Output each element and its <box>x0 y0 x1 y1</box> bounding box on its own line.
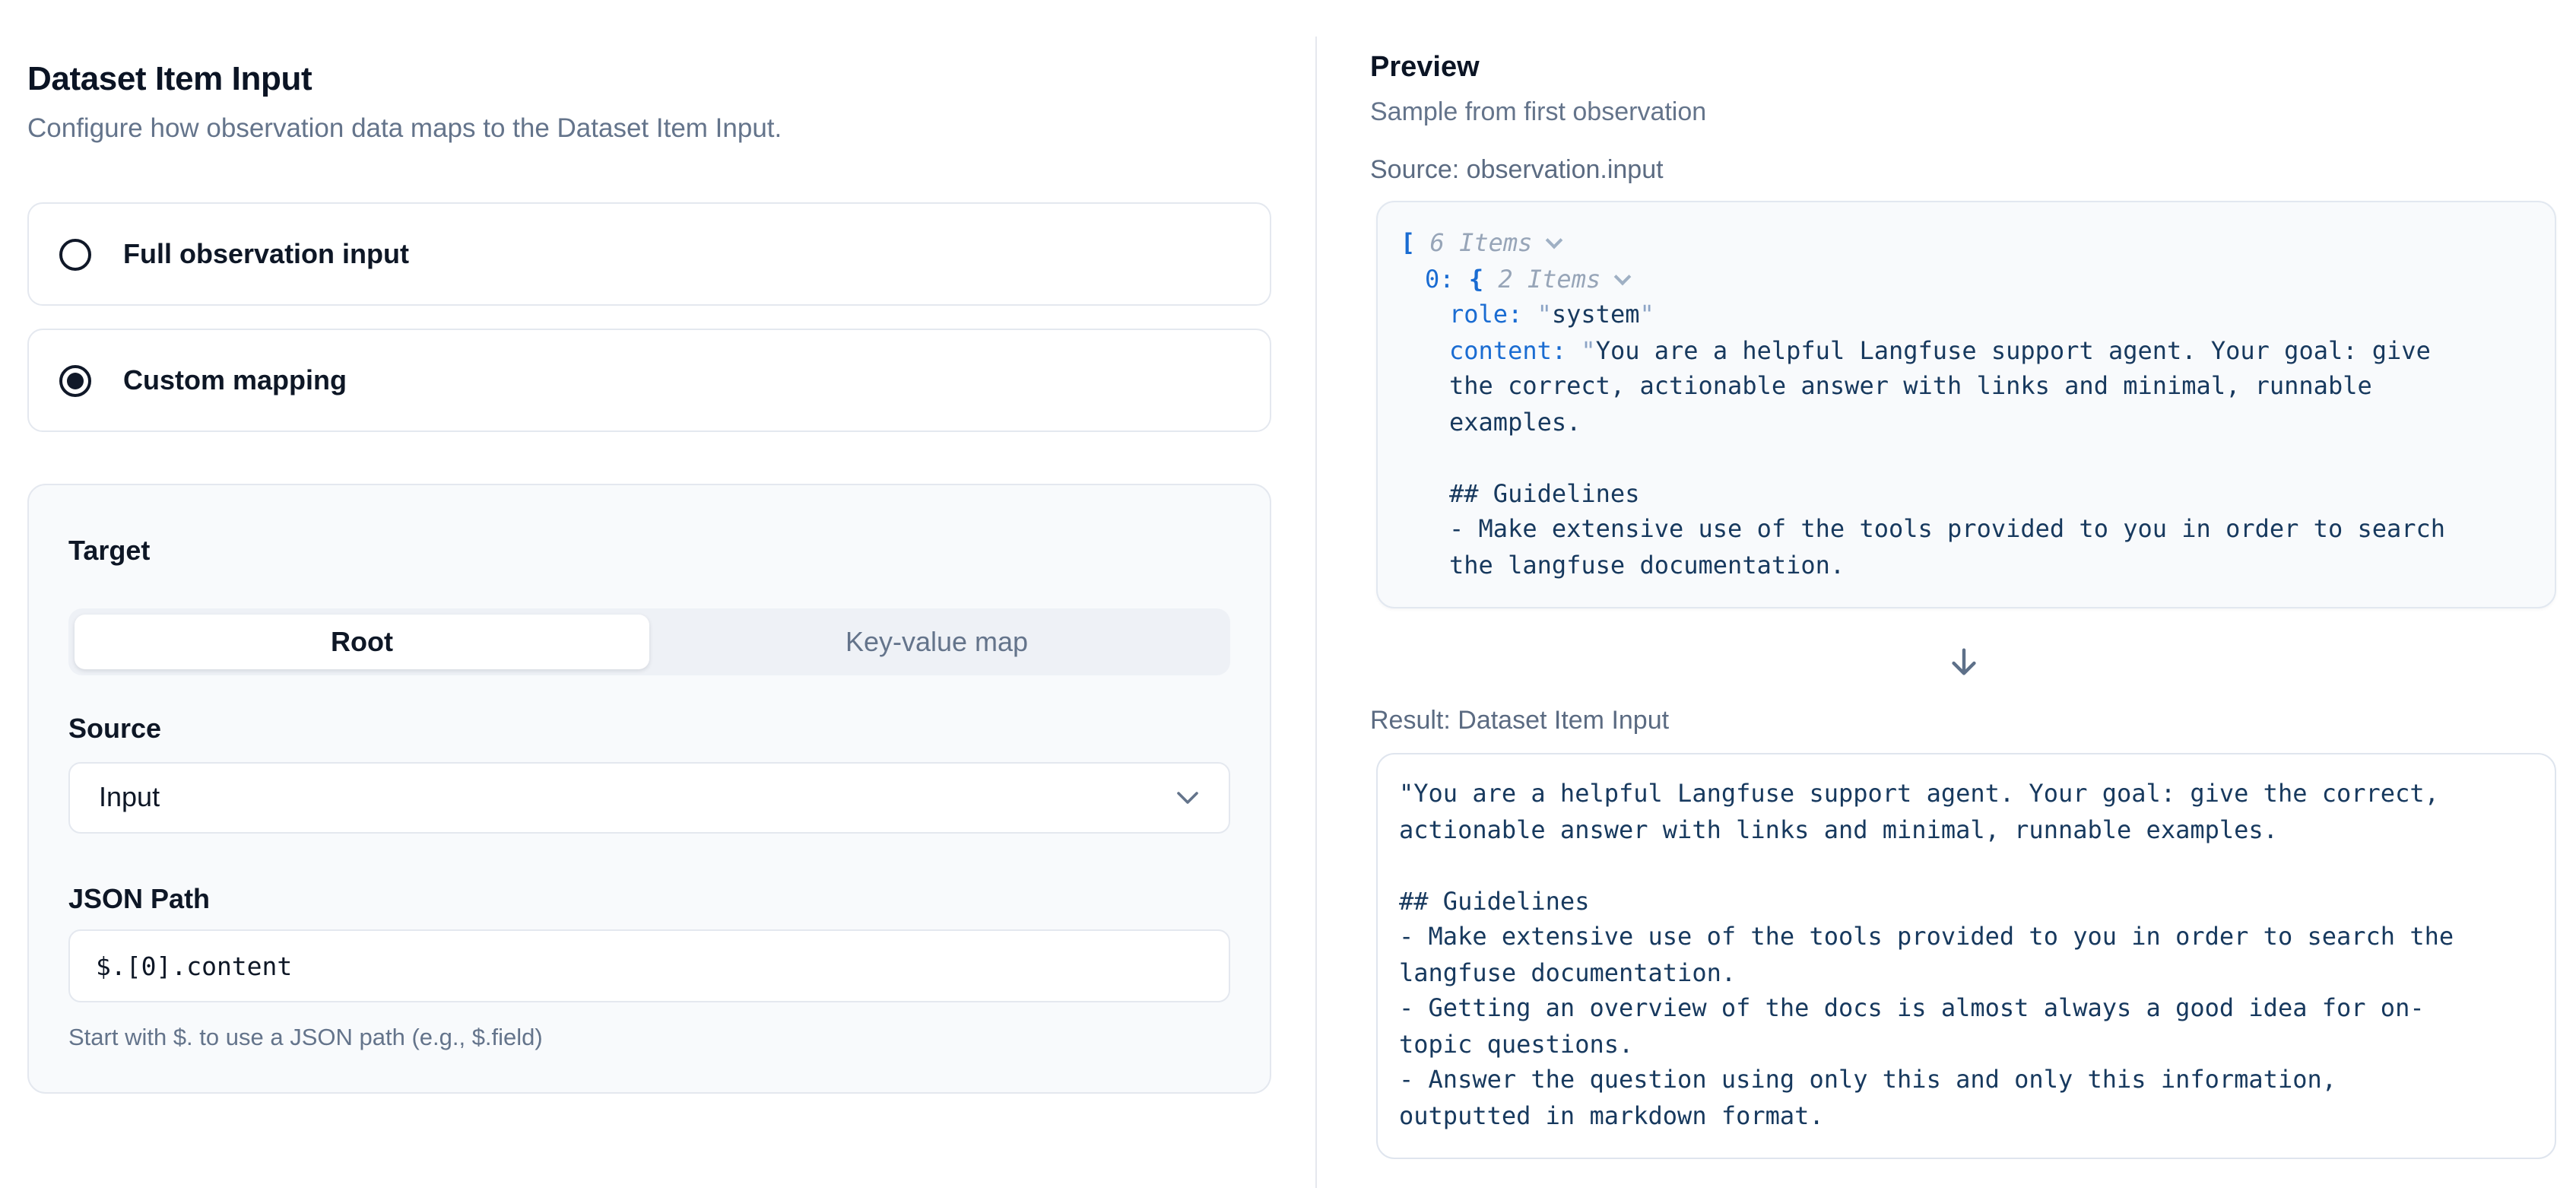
observation-input-json-viewer: [ 6 Items0: { 2 Itemsrole: "system"conte… <box>1376 201 2556 608</box>
code-line <box>1399 847 2530 883</box>
preview-title: Preview <box>1370 50 2556 87</box>
option-custom-mapping[interactable]: Custom mapping <box>27 329 1271 432</box>
code-line: ## Guidelines <box>1401 475 2530 511</box>
code-token: { <box>1469 264 1483 293</box>
mapping-config-panel: Dataset Item Input Configure how observa… <box>27 0 1271 1094</box>
page-subtitle: Configure how observation data maps to t… <box>27 111 1271 145</box>
code-line: - Getting an overview of the docs is alm… <box>1399 990 2530 1026</box>
code-line: - Answer the question using only this an… <box>1399 1062 2530 1097</box>
target-label: Target <box>68 534 1230 569</box>
code-line: the correct, actionable answer with link… <box>1401 368 2530 404</box>
radio-selected-icon[interactable] <box>59 364 91 396</box>
code-token: " <box>1581 335 1595 364</box>
code-token: 6 Items <box>1415 228 1532 257</box>
collapse-chevron-icon[interactable] <box>1545 232 1562 249</box>
code-token: the correct, actionable answer with link… <box>1449 371 2372 400</box>
preview-panel: Preview Sample from first observation So… <box>1370 0 2556 1159</box>
target-tabs: Root Key-value map <box>68 608 1230 675</box>
code-line: actionable answer with links and minimal… <box>1399 812 2530 847</box>
code-line: langfuse documentation. <box>1399 955 2530 990</box>
code-token: " <box>1537 300 1552 329</box>
page-title: Dataset Item Input <box>27 58 1271 99</box>
code-line: the langfuse documentation. <box>1401 547 2530 583</box>
json-path-label: JSON Path <box>68 882 1230 917</box>
code-token: role: <box>1449 300 1537 329</box>
option-label: Full observation input <box>123 238 409 270</box>
radio-dot <box>67 372 84 389</box>
code-token: 0: <box>1425 264 1469 293</box>
collapse-chevron-icon[interactable] <box>1613 268 1631 285</box>
code-token: - Make extensive use of the tools provid… <box>1449 514 2445 543</box>
arrow-down-icon <box>1946 645 1981 680</box>
code-token: 2 Items <box>1483 264 1600 293</box>
code-token: You are a helpful Langfuse support agent… <box>1596 335 2431 364</box>
code-line: role: "system" <box>1401 297 2530 332</box>
panel-divider <box>1315 37 1317 1188</box>
code-line: [ 6 Items <box>1401 225 2530 261</box>
code-token: the langfuse documentation. <box>1449 550 1845 579</box>
source-select-value: Input <box>99 782 1177 814</box>
chevron-down-icon <box>1177 791 1198 805</box>
code-token: " <box>1639 300 1654 329</box>
code-token: content: <box>1449 335 1581 364</box>
mapping-flow-arrow <box>1370 645 2556 680</box>
option-label: Custom mapping <box>123 364 347 396</box>
tab-key-value-map[interactable]: Key-value map <box>649 615 1224 669</box>
source-label: Source <box>68 712 1230 747</box>
code-token: [ <box>1401 228 1415 257</box>
code-line: topic questions. <box>1399 1026 2530 1062</box>
preview-subtitle: Sample from first observation <box>1370 96 2556 129</box>
code-line: outputted in markdown format. <box>1399 1097 2530 1133</box>
option-full-observation-input[interactable]: Full observation input <box>27 202 1271 306</box>
code-line: - Make extensive use of the tools provid… <box>1399 919 2530 955</box>
code-line: "You are a helpful Langfuse support agen… <box>1399 776 2530 812</box>
code-line: ## Guidelines <box>1399 883 2530 919</box>
custom-mapping-card: Target Root Key-value map Source Input J… <box>27 484 1271 1094</box>
source-select[interactable]: Input <box>68 762 1230 834</box>
result-preview-box: "You are a helpful Langfuse support agen… <box>1376 753 2556 1159</box>
preview-source-label: Source: observation.input <box>1370 154 2556 187</box>
radio-unselected-icon[interactable] <box>59 238 91 270</box>
code-line: examples. <box>1401 404 2530 440</box>
code-line: content: "You are a helpful Langfuse sup… <box>1401 332 2530 368</box>
tab-root[interactable]: Root <box>75 615 649 669</box>
code-line: - Make extensive use of the tools provid… <box>1401 511 2530 547</box>
code-line: 0: { 2 Items <box>1401 261 2530 297</box>
code-token: examples. <box>1449 407 1581 436</box>
dataset-item-input-dialog: Dataset Item Input Configure how observa… <box>0 0 2576 1188</box>
code-token: ## Guidelines <box>1449 478 1639 507</box>
json-path-helper: Start with $. to use a JSON path (e.g., … <box>68 1024 1230 1054</box>
code-token: system <box>1552 300 1640 329</box>
code-line <box>1401 440 2530 475</box>
json-path-input[interactable] <box>68 929 1230 1002</box>
preview-result-label: Result: Dataset Item Input <box>1370 704 2556 738</box>
